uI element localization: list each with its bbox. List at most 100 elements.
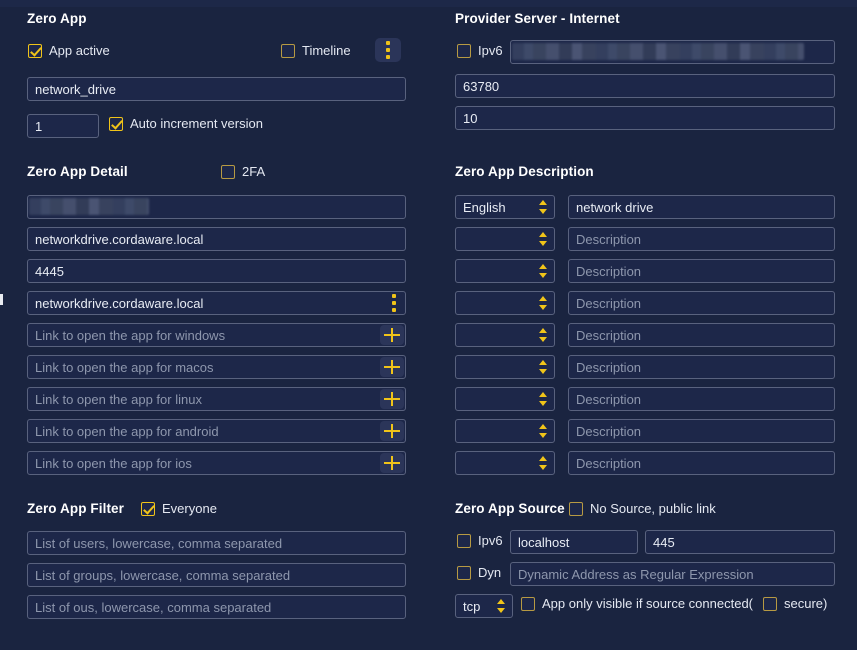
source-connected-label: App only visible if source connected( bbox=[542, 596, 754, 611]
description-field-wrap-5 bbox=[568, 323, 835, 347]
plus-icon[interactable] bbox=[380, 325, 404, 345]
detail-host2-field-wrap bbox=[27, 291, 406, 315]
auto-increment-label: Auto increment version bbox=[130, 116, 263, 131]
ipv6-checkbox[interactable] bbox=[457, 43, 471, 58]
app-name-input[interactable] bbox=[27, 77, 406, 101]
description-input-2[interactable] bbox=[568, 227, 835, 251]
filter-ous-input[interactable] bbox=[27, 595, 406, 619]
plus-icon[interactable] bbox=[380, 389, 404, 409]
app-active-checkbox[interactable] bbox=[28, 43, 42, 58]
vertical-dots-icon[interactable] bbox=[375, 38, 401, 62]
link-android-input[interactable] bbox=[27, 419, 406, 443]
ipv6-checkbox[interactable] bbox=[457, 533, 471, 548]
language-select-3[interactable] bbox=[455, 259, 555, 283]
auto-increment-checkbox[interactable] bbox=[109, 116, 123, 131]
spinner-arrows-icon bbox=[539, 391, 548, 407]
provider-count-input[interactable] bbox=[455, 106, 835, 130]
provider-ipv6-checkbox-row[interactable]: Ipv6 bbox=[457, 43, 503, 58]
language-select-1[interactable]: English bbox=[455, 195, 555, 219]
source-port-field-wrap bbox=[645, 530, 835, 554]
secure-checkbox[interactable] bbox=[763, 596, 777, 611]
link-linux-input[interactable] bbox=[27, 387, 406, 411]
filter-groups-input[interactable] bbox=[27, 563, 406, 587]
provider-address-field[interactable] bbox=[510, 40, 835, 64]
link-windows-input[interactable] bbox=[27, 323, 406, 347]
spinner-arrows-icon bbox=[539, 327, 548, 343]
description-input-8[interactable] bbox=[568, 419, 835, 443]
language-select-8[interactable] bbox=[455, 419, 555, 443]
provider-port-input[interactable] bbox=[455, 74, 835, 98]
link-macos-input[interactable] bbox=[27, 355, 406, 379]
no-source-checkbox-row[interactable]: No Source, public link bbox=[569, 501, 716, 516]
spinner-arrows-icon bbox=[497, 598, 506, 614]
twofa-checkbox[interactable] bbox=[221, 164, 235, 179]
language-select-9[interactable] bbox=[455, 451, 555, 475]
language-select-6[interactable] bbox=[455, 355, 555, 379]
link-ios-input[interactable] bbox=[27, 451, 406, 475]
plus-icon[interactable] bbox=[380, 421, 404, 441]
zero-app-filter-title: Zero App Filter bbox=[27, 501, 125, 516]
redacted-content bbox=[29, 198, 149, 215]
detail-port-input[interactable] bbox=[27, 259, 406, 283]
app-active-label: App active bbox=[49, 43, 110, 58]
everyone-checkbox-row[interactable]: Everyone bbox=[141, 501, 217, 516]
language-select-5[interactable] bbox=[455, 323, 555, 347]
detail-masked-field[interactable] bbox=[27, 195, 406, 219]
description-field-wrap-9 bbox=[568, 451, 835, 475]
dyn-checkbox[interactable] bbox=[457, 565, 471, 580]
spinner-arrows-icon bbox=[539, 295, 548, 311]
description-input-5[interactable] bbox=[568, 323, 835, 347]
description-input-7[interactable] bbox=[568, 387, 835, 411]
timeline-checkbox[interactable] bbox=[281, 43, 295, 58]
no-source-label: No Source, public link bbox=[590, 501, 716, 516]
language-select-2[interactable] bbox=[455, 227, 555, 251]
description-field-wrap-6 bbox=[568, 355, 835, 379]
description-input-4[interactable] bbox=[568, 291, 835, 315]
source-connected-checkbox-row[interactable]: App only visible if source connected( bbox=[521, 596, 753, 611]
provider-count-field-wrap bbox=[455, 106, 835, 130]
provider-port-field-wrap bbox=[455, 74, 835, 98]
source-connected-checkbox[interactable] bbox=[521, 596, 535, 611]
vertical-dots-icon[interactable] bbox=[385, 292, 403, 314]
description-input-3[interactable] bbox=[568, 259, 835, 283]
plus-icon[interactable] bbox=[380, 357, 404, 377]
timeline-label: Timeline bbox=[302, 43, 351, 58]
app-active-checkbox-row[interactable]: App active bbox=[28, 43, 110, 58]
description-field-wrap-1 bbox=[568, 195, 835, 219]
filter-users-input[interactable] bbox=[27, 531, 406, 555]
source-host-input[interactable] bbox=[510, 530, 638, 554]
source-ipv6-checkbox-row[interactable]: Ipv6 bbox=[457, 533, 503, 548]
protocol-select[interactable]: tcp bbox=[455, 594, 513, 618]
everyone-checkbox[interactable] bbox=[141, 501, 155, 516]
protocol-select-value: tcp bbox=[463, 598, 481, 614]
zero-app-title: Zero App bbox=[27, 11, 87, 26]
dyn-label: Dyn bbox=[478, 565, 502, 580]
language-select-7[interactable] bbox=[455, 387, 555, 411]
auto-increment-checkbox-row[interactable]: Auto increment version bbox=[109, 116, 263, 131]
detail-host-input[interactable] bbox=[27, 227, 406, 251]
description-input-9[interactable] bbox=[568, 451, 835, 475]
timeline-checkbox-row[interactable]: Timeline bbox=[281, 43, 351, 58]
no-source-checkbox[interactable] bbox=[569, 501, 583, 516]
twofa-checkbox-row[interactable]: 2FA bbox=[221, 164, 265, 179]
app-name-field-wrap bbox=[27, 77, 406, 101]
link-macos-field-wrap bbox=[27, 355, 406, 379]
right-column: Provider Server - Internet Ipv6 Zero App… bbox=[440, 0, 857, 650]
left-column: Zero App App active Timeline Auto increm… bbox=[0, 0, 430, 650]
description-field-wrap-3 bbox=[568, 259, 835, 283]
description-input-1[interactable] bbox=[568, 195, 835, 219]
detail-port-field-wrap bbox=[27, 259, 406, 283]
dyn-input[interactable] bbox=[510, 562, 835, 586]
version-input[interactable] bbox=[27, 114, 99, 138]
spinner-arrows-icon bbox=[539, 359, 548, 375]
source-port-input[interactable] bbox=[645, 530, 835, 554]
language-select-4[interactable] bbox=[455, 291, 555, 315]
dot bbox=[392, 294, 396, 298]
zero-app-detail-title: Zero App Detail bbox=[27, 164, 128, 179]
description-input-6[interactable] bbox=[568, 355, 835, 379]
detail-host2-input[interactable] bbox=[27, 291, 406, 315]
zero-app-source-title: Zero App Source bbox=[455, 501, 565, 516]
plus-icon[interactable] bbox=[380, 453, 404, 473]
secure-checkbox-row[interactable]: secure) bbox=[763, 596, 827, 611]
dyn-checkbox-row[interactable]: Dyn bbox=[457, 565, 501, 580]
